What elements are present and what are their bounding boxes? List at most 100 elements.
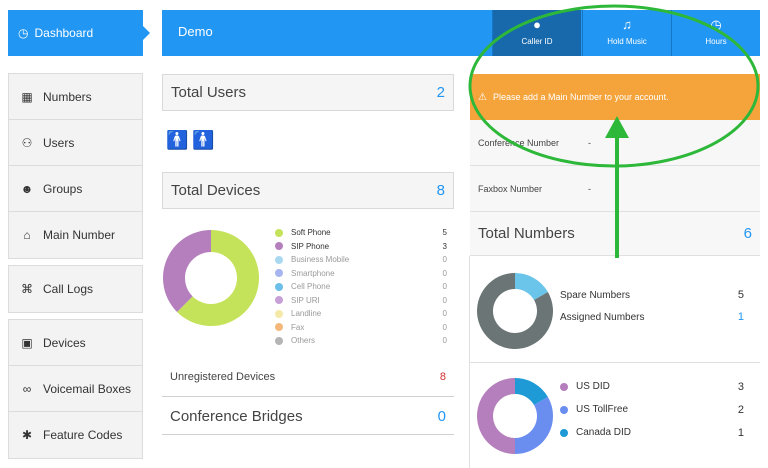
conference-bridges-header[interactable]: Conference Bridges 0 xyxy=(162,398,454,435)
sidebar-item-devices[interactable]: ▣ Devices xyxy=(9,320,142,366)
unregistered-devices-row[interactable]: Unregistered Devices 8 xyxy=(162,358,454,397)
devices-legend-item[interactable]: Business Mobile 0 xyxy=(275,253,447,267)
legend-value: 3 xyxy=(442,241,447,251)
legend-label: SIP URI xyxy=(291,295,320,305)
conference-bridges-title: Conference Bridges xyxy=(170,407,303,425)
call-logs-icon: ⌘ xyxy=(21,282,33,296)
devices-legend-item[interactable]: Others 0 xyxy=(275,334,447,348)
sidebar-item-call-logs[interactable]: ⌘ Call Logs xyxy=(9,266,142,312)
legend-dot xyxy=(275,269,283,278)
hours-button[interactable]: ◷ Hours xyxy=(671,10,760,56)
alert-text: Please add a Main Number to your account… xyxy=(492,92,669,102)
legend-label: Soft Phone xyxy=(291,228,331,238)
sidebar-group-2: ⌘ Call Logs xyxy=(8,265,143,313)
devices-legend: Soft Phone 5 SIP Phone 3 Business Mobile 0 Sma… xyxy=(275,226,447,348)
legend-dot xyxy=(275,296,283,305)
devices-donut-chart xyxy=(163,230,259,326)
legend-dot xyxy=(560,428,568,437)
total-devices-header[interactable]: Total Devices 8 xyxy=(162,172,454,209)
sidebar-item-dashboard[interactable]: ◷ Dashboard xyxy=(8,10,150,56)
legend-label: Fax xyxy=(291,322,305,332)
top-bar: Demo ● Caller ID ♫ Hold Music ◷ Hours xyxy=(162,10,760,56)
conference-number-value: - xyxy=(588,137,591,148)
legend-label: Cell Phone xyxy=(291,282,331,292)
total-users-count: 2 xyxy=(436,84,445,101)
assigned-numbers-row[interactable]: Assigned Numbers 1 xyxy=(560,306,744,328)
devices-legend-item[interactable]: SIP URI 0 xyxy=(275,294,447,308)
sidebar-item-label: Dashboard xyxy=(34,26,94,40)
legend-value: 0 xyxy=(442,282,447,292)
number-type-slice-1 xyxy=(515,397,553,454)
users-icon: ⚇ xyxy=(21,135,33,150)
unregistered-devices-label: Unregistered Devices xyxy=(170,371,276,383)
sidebar-item-voicemail-boxes[interactable]: ∞ Voicemail Boxes xyxy=(9,366,142,412)
devices-legend-item[interactable]: Fax 0 xyxy=(275,321,447,335)
sidebar-item-feature-codes[interactable]: ✱ Feature Codes xyxy=(9,412,142,458)
legend-value: 5 xyxy=(442,228,447,238)
number-types-legend: US DID 3 US TollFree 2 Canada DID 1 xyxy=(560,375,744,444)
devices-legend-item[interactable]: Cell Phone 0 xyxy=(275,280,447,294)
assigned-numbers-value: 1 xyxy=(737,311,744,323)
total-devices-title: Total Devices xyxy=(171,182,261,199)
conference-bridges-count: 0 xyxy=(437,407,446,425)
unregistered-devices-count: 8 xyxy=(439,371,446,383)
devices-legend-item[interactable]: SIP Phone 3 xyxy=(275,240,447,254)
conference-number-row: Conference Number - xyxy=(470,120,760,166)
page-title: Demo xyxy=(178,24,213,39)
legend-value: 0 xyxy=(442,309,447,319)
numbers-divider xyxy=(470,362,760,363)
sidebar-item-label: Devices xyxy=(43,335,86,350)
sidebar-item-label: Users xyxy=(43,135,75,150)
devices-legend-item[interactable]: Landline 0 xyxy=(275,307,447,321)
number-type-legend-item[interactable]: US TollFree 2 xyxy=(560,398,744,421)
number-types-donut-chart xyxy=(477,378,553,454)
main-number-alert[interactable]: ⚠ Please add a Main Number to your accou… xyxy=(470,74,760,120)
sidebar-group-3: ▣ Devices ∞ Voicemail Boxes ✱ Feature Co… xyxy=(8,319,143,459)
voicemail-icon: ∞ xyxy=(22,381,32,396)
hold-music-label: Hold Music xyxy=(607,37,647,46)
conference-number-label: Conference Number xyxy=(478,137,560,148)
legend-label: Others xyxy=(291,336,316,346)
total-numbers-title: Total Numbers xyxy=(478,225,575,242)
warning-icon: ⚠ xyxy=(478,91,487,103)
legend-dot xyxy=(275,309,283,318)
legend-label: Canada DID xyxy=(576,427,632,438)
devices-legend-item[interactable]: Smartphone 0 xyxy=(275,267,447,281)
spare-assigned-donut-chart xyxy=(477,273,553,349)
legend-value: 0 xyxy=(442,295,447,305)
legend-value: 0 xyxy=(442,336,447,346)
caller-id-label: Caller ID xyxy=(521,37,553,46)
hold-music-button[interactable]: ♫ Hold Music xyxy=(582,10,671,56)
legend-dot xyxy=(275,228,283,237)
sidebar-item-users[interactable]: ⚇ Users xyxy=(9,120,142,166)
number-type-legend-item[interactable]: US DID 3 xyxy=(560,375,744,398)
spare-numbers-value: 5 xyxy=(737,289,744,301)
caller-id-button[interactable]: ● Caller ID xyxy=(492,10,581,56)
total-numbers-header[interactable]: Total Numbers 6 xyxy=(470,212,760,256)
legend-value: 1 xyxy=(737,426,744,439)
asterisk-icon: ✱ xyxy=(21,428,33,442)
total-users-title: Total Users xyxy=(171,84,247,101)
sidebar-item-main-number[interactable]: ⌂ Main Number xyxy=(9,212,142,258)
assigned-numbers-label: Assigned Numbers xyxy=(560,311,645,323)
legend-value: 0 xyxy=(442,268,447,278)
faxbox-number-label: Faxbox Number xyxy=(478,183,543,194)
home-icon: ⌂ xyxy=(23,228,31,242)
legend-dot xyxy=(275,336,283,345)
sidebar-item-groups[interactable]: ☻ Groups xyxy=(9,166,142,212)
total-users-header[interactable]: Total Users 2 xyxy=(162,74,454,111)
speedometer-icon: ◷ xyxy=(18,26,29,40)
legend-value: 0 xyxy=(442,255,447,265)
legend-label: Smartphone xyxy=(291,268,335,278)
number-type-legend-item[interactable]: Canada DID 1 xyxy=(560,421,744,444)
legend-dot xyxy=(560,405,568,414)
grid-icon: ▦ xyxy=(21,89,33,104)
spare-numbers-label: Spare Numbers xyxy=(560,289,631,301)
devices-icon: ▣ xyxy=(21,335,33,350)
devices-legend-item[interactable]: Soft Phone 5 xyxy=(275,226,447,240)
number-type-slice-2 xyxy=(477,378,515,454)
sidebar-item-label: Voicemail Boxes xyxy=(43,381,132,396)
faxbox-number-row: Faxbox Number - xyxy=(470,166,760,212)
sidebar-item-numbers[interactable]: ▦ Numbers xyxy=(9,74,142,120)
spare-numbers-row[interactable]: Spare Numbers 5 xyxy=(560,284,744,306)
